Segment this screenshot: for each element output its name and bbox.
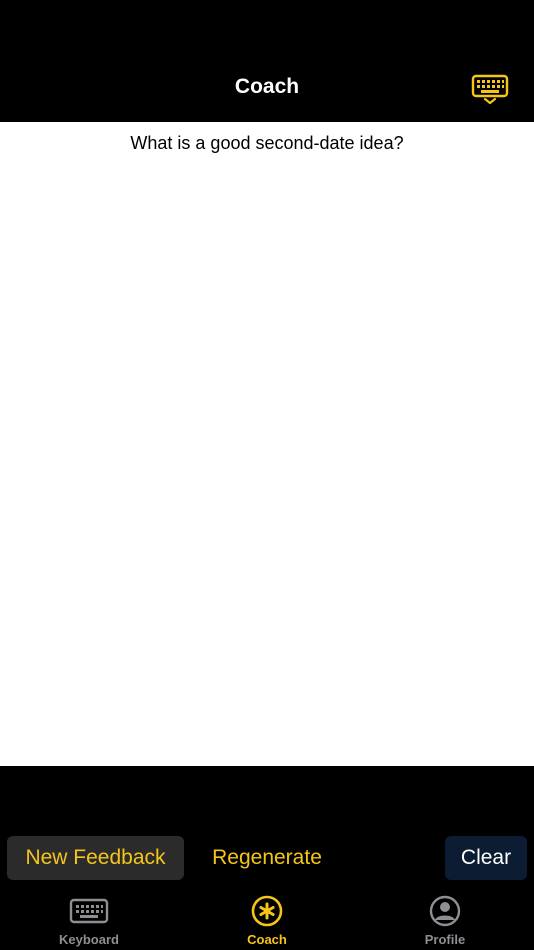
navigation-bar: Coach — [0, 0, 534, 122]
tab-keyboard-label: Keyboard — [59, 932, 119, 947]
keyboard-dismiss-icon — [471, 74, 509, 105]
tab-coach[interactable]: Coach — [178, 890, 356, 950]
page-title: Coach — [234, 75, 300, 98]
coach-response-area[interactable]: What is a good second-date idea? — [0, 122, 534, 766]
action-bar: New Feedback Regenerate Clear — [0, 766, 534, 890]
question-text: What is a good second-date idea? — [130, 133, 404, 153]
person-icon — [429, 895, 461, 927]
keyboard-dismiss-button[interactable] — [469, 72, 511, 106]
keyboard-icon — [69, 898, 109, 924]
tab-profile[interactable]: Profile — [356, 890, 534, 950]
tab-bar: Keyboard Coach Profile — [0, 890, 534, 950]
clear-button[interactable]: Clear — [445, 836, 527, 880]
tab-coach-label: Coach — [247, 932, 287, 947]
regenerate-button[interactable]: Regenerate — [198, 836, 336, 880]
new-feedback-button[interactable]: New Feedback — [7, 836, 184, 880]
tab-keyboard[interactable]: Keyboard — [0, 890, 178, 950]
tab-profile-label: Profile — [424, 932, 466, 947]
asterisk-icon — [251, 895, 283, 927]
